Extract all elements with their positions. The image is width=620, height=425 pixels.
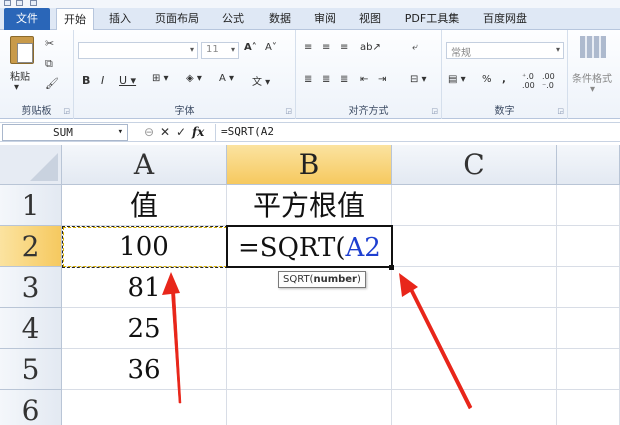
tab-pdf-tools[interactable]: PDF工具集	[398, 8, 466, 30]
increase-decimal-icon[interactable]: ⁺.0.00	[522, 72, 535, 90]
conditional-formatting-icon[interactable]	[580, 36, 606, 58]
align-bottom-icon[interactable]: ≡	[340, 42, 348, 53]
underline-icon[interactable]: U ▾	[119, 74, 136, 87]
font-size-value: 11	[206, 44, 219, 55]
wrap-text-icon[interactable]: ⤶	[412, 42, 418, 53]
decrease-decimal-icon[interactable]: .00 ⁻.0	[542, 72, 555, 90]
dialog-launcher-icon[interactable]: ◲	[63, 107, 70, 115]
paste-icon[interactable]	[10, 36, 34, 64]
tab-home[interactable]: 开始	[56, 8, 94, 31]
dialog-launcher-icon[interactable]: ◲	[431, 107, 438, 115]
arrow-shaft-left	[170, 286, 182, 404]
border-icon[interactable]: ⊞ ▾	[152, 73, 169, 84]
arrowhead-left	[162, 272, 180, 295]
increase-indent-icon[interactable]: ⇥	[378, 74, 386, 85]
cut-icon[interactable]: ✂	[45, 37, 54, 50]
copy-icon[interactable]: ⧉	[45, 57, 53, 71]
font-color-icon[interactable]: A ▾	[219, 73, 234, 84]
comma-button[interactable]: ,	[502, 74, 506, 85]
format-painter-icon[interactable]: 🖌	[45, 77, 59, 90]
tab-page-layout[interactable]: 页面布局	[146, 8, 208, 30]
arrow-shaft-right	[407, 285, 473, 410]
enter-icon[interactable]: ✓	[176, 125, 186, 140]
fill-color-icon[interactable]: ◈ ▾	[186, 73, 202, 84]
number-format-value: 常规	[451, 48, 471, 59]
insert-function-button[interactable]: fx	[192, 125, 204, 140]
chevron-down-icon[interactable]: ▾	[590, 84, 595, 95]
title-strip	[0, 0, 620, 8]
paste-button[interactable]: 粘贴	[10, 68, 30, 83]
tab-review[interactable]: 审阅	[306, 8, 344, 30]
bold-icon[interactable]: B	[82, 74, 90, 87]
tab-insert[interactable]: 插入	[100, 8, 140, 30]
dialog-launcher-icon[interactable]: ◲	[557, 107, 564, 115]
tab-file[interactable]: 文件	[4, 8, 50, 30]
ribbon-tabs: 文件 开始 插入 页面布局 公式 数据 审阅 视图 PDF工具集 百度网盘	[0, 8, 620, 31]
shrink-font-icon[interactable]: A˅	[265, 42, 277, 53]
tab-baidu-netdisk[interactable]: 百度网盘	[474, 8, 536, 30]
number-format-select[interactable]: 常规 ▾	[446, 42, 564, 59]
tab-view[interactable]: 视图	[350, 8, 390, 30]
name-box[interactable]: SUM ▾	[2, 124, 128, 141]
align-top-icon[interactable]: ≡	[304, 42, 312, 53]
tab-data[interactable]: 数据	[258, 8, 302, 30]
worksheet-grid: A B C 1 2 3 4 5 6 值 平方根值 100 81 25 36 =S…	[0, 145, 620, 425]
conditional-formatting-button[interactable]: 条件格式	[572, 70, 612, 85]
cancel-icon[interactable]: ✕	[160, 125, 170, 140]
group-font: ▾ 11 ▾ A˄ A˅ B I U ▾ ⊞ ▾ ◈ ▾ A ▾ 文 ▾ 字体 ◲	[74, 30, 296, 119]
tab-formulas[interactable]: 公式	[214, 8, 252, 30]
align-left-icon[interactable]: ≣	[304, 74, 312, 85]
formula-bar: SUM ▾ ⊖ ✕ ✓ fx =SQRT(A2	[0, 122, 620, 142]
alignment-group-label: 对齐方式	[348, 106, 389, 117]
formula-input[interactable]: =SQRT(A2	[215, 124, 618, 141]
chevron-down-icon[interactable]: ▾	[14, 82, 19, 93]
percent-button[interactable]: %	[482, 74, 492, 85]
font-name-select[interactable]: ▾	[78, 42, 198, 59]
dialog-launcher-icon[interactable]: ◲	[285, 107, 292, 115]
group-styles: 条件格式 ▾	[568, 30, 620, 119]
italic-icon[interactable]: I	[101, 74, 104, 87]
align-right-icon[interactable]: ≣	[340, 74, 348, 85]
grow-font-icon[interactable]: A˄	[244, 42, 257, 53]
expand-icon[interactable]: ⊖	[144, 125, 154, 140]
group-clipboard: 粘贴 ▾ ✂ ⧉ 🖌 剪贴板 ◲	[0, 30, 74, 119]
name-box-value: SUM	[53, 126, 73, 139]
phonetic-icon[interactable]: 文 ▾	[252, 73, 270, 88]
orientation-icon[interactable]: ab↗	[360, 42, 381, 53]
group-number: 常规 ▾ ▤ ▾ % , ⁺.0.00 .00 ⁻.0 数字 ◲	[442, 30, 568, 119]
font-group-label: 字体	[174, 106, 195, 117]
merge-center-icon[interactable]: ⊟ ▾	[410, 74, 427, 85]
group-alignment: ≡ ≡ ≡ ab↗ ⤶ ≣ ≣ ≣ ⇤ ⇥ ⊟ ▾ 对齐方式 ◲	[296, 30, 442, 119]
chevron-down-icon[interactable]: ▾	[118, 125, 123, 140]
quick-access-icon[interactable]	[4, 0, 11, 6]
annotation-arrows	[162, 272, 473, 410]
clipboard-group-label: 剪贴板	[21, 106, 52, 117]
accounting-format-icon[interactable]: ▤ ▾	[448, 74, 466, 85]
quick-access-icon[interactable]	[30, 0, 37, 6]
decrease-indent-icon[interactable]: ⇤	[360, 74, 368, 85]
font-size-select[interactable]: 11 ▾	[201, 42, 239, 59]
align-middle-icon[interactable]: ≡	[322, 42, 330, 53]
align-center-icon[interactable]: ≣	[322, 74, 330, 85]
number-group-label: 数字	[494, 106, 515, 117]
ribbon-home: 粘贴 ▾ ✂ ⧉ 🖌 剪贴板 ◲ ▾ 11 ▾ A˄ A˅ B I U ▾ ⊞ ▾…	[0, 30, 620, 119]
quick-access-icon[interactable]	[16, 0, 23, 6]
